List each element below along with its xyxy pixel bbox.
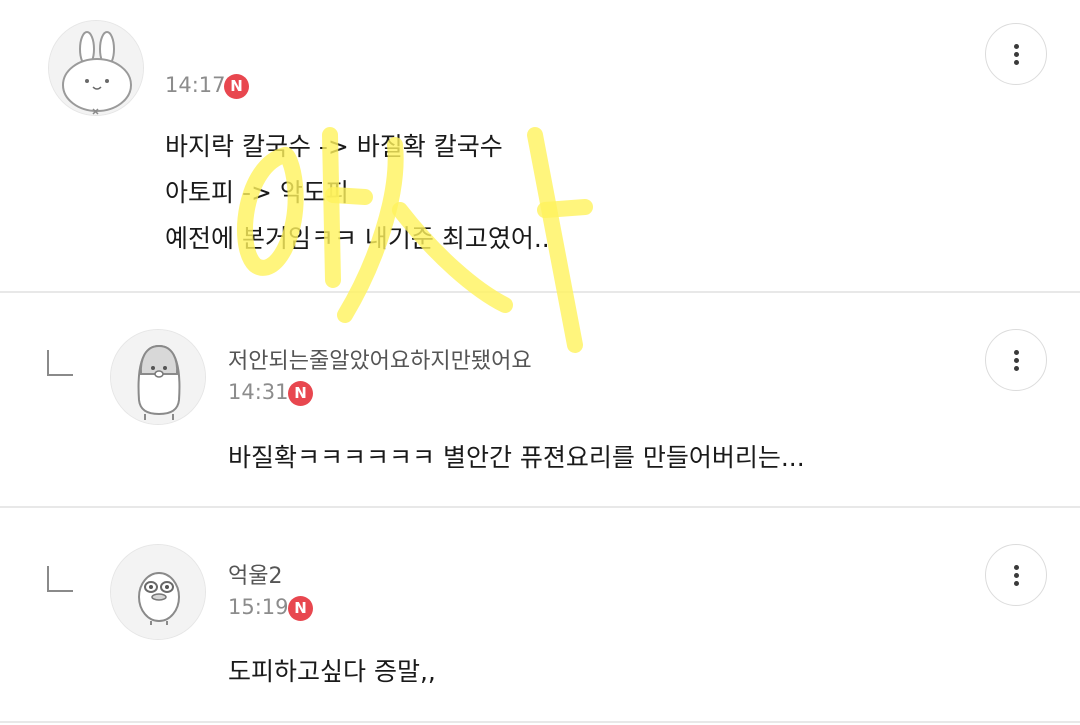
divider (0, 721, 1080, 723)
penguin-avatar-icon[interactable] (110, 329, 206, 425)
comment-item: 억울2 15:19 N 도피하고싶다 증말,, (0, 507, 1080, 725)
comment-author[interactable]: 억울2 (228, 558, 282, 590)
rabbit-avatar-icon[interactable] (48, 20, 144, 116)
new-badge: N (288, 381, 313, 406)
more-vertical-icon[interactable] (985, 544, 1047, 606)
duck-avatar-icon[interactable] (110, 544, 206, 640)
comment-text-line: 도피하고싶다 증말,, (228, 657, 436, 686)
comment-text-line: 예전에 본거임ㅋㅋ 내기준 최고였어.. (165, 224, 550, 253)
comment-item: 14:17 N 바지락 칼국수 -> 바질확 칼국수 아토피 -> 악도피 예전… (0, 0, 1080, 292)
comment-text-line: 아토피 -> 악도피 (165, 178, 349, 207)
more-vertical-icon[interactable] (985, 23, 1047, 85)
new-badge: N (224, 74, 249, 99)
comment-text-line: 바질확ㅋㅋㅋㅋㅋㅋ 별안간 퓨젼요리를 만들어버리는... (228, 443, 805, 472)
comment-item: 저안되는줄알았어요하지만됐어요 14:31 N 바질확ㅋㅋㅋㅋㅋㅋ 별안간 퓨젼… (0, 292, 1080, 507)
comment-text-line: 바지락 칼국수 -> 바질확 칼국수 (165, 132, 503, 161)
more-vertical-icon[interactable] (985, 329, 1047, 391)
reply-arrow-icon (47, 350, 73, 376)
comment-time: 14:31 (228, 380, 289, 404)
comment-author[interactable]: 저안되는줄알았어요하지만됐어요 (228, 343, 532, 375)
comment-time: 15:19 (228, 595, 289, 619)
comment-time: 14:17 (165, 73, 226, 97)
new-badge: N (288, 596, 313, 621)
reply-arrow-icon (47, 566, 73, 592)
